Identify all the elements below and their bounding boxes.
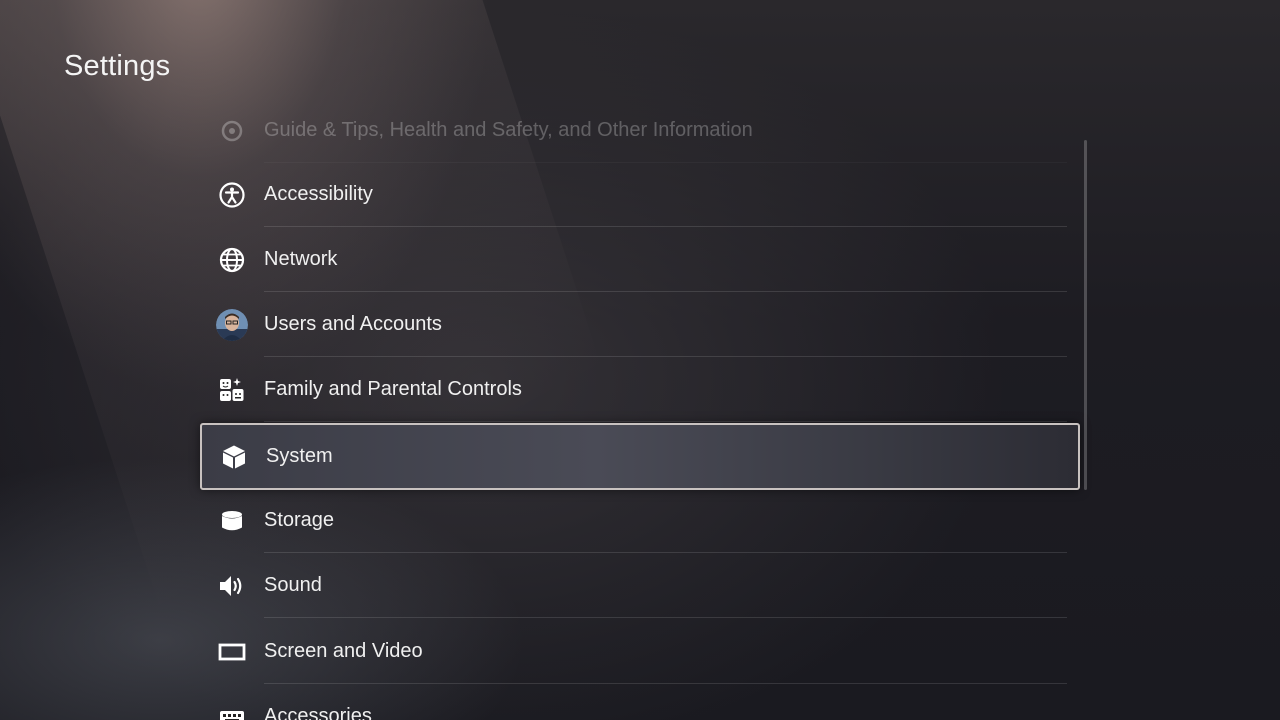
cube-icon: [218, 441, 250, 473]
menu-item-label: Accessibility: [264, 183, 373, 205]
menu-item-storage[interactable]: Storage: [200, 488, 1080, 553]
menu-item-label: System: [266, 445, 333, 467]
divider: [264, 617, 1067, 618]
menu-item-sound[interactable]: Sound: [200, 553, 1080, 618]
menu-item-label: Family and Parental Controls: [264, 378, 522, 400]
settings-list: Guide & Tips, Health and Safety, and Oth…: [200, 96, 1080, 720]
globe-icon: [216, 244, 248, 276]
menu-item-label: Sound: [264, 574, 322, 596]
scrollbar[interactable]: [1084, 140, 1087, 490]
menu-item-accessibility[interactable]: Accessibility: [200, 162, 1080, 227]
user-avatar-icon: [216, 308, 248, 341]
speaker-icon: [216, 570, 248, 602]
menu-item-system[interactable]: System: [200, 423, 1080, 490]
divider: [264, 421, 1067, 422]
page-title: Settings: [64, 50, 171, 82]
settings-screen: Settings Guide & Tips, Health and Safety…: [0, 0, 1280, 720]
menu-item-users-accounts[interactable]: Users and Accounts: [200, 292, 1080, 357]
menu-item-label: Guide & Tips, Health and Safety, and Oth…: [264, 119, 753, 141]
family-icon: [216, 374, 248, 406]
accessibility-icon: [216, 179, 248, 211]
menu-item-guide[interactable]: Guide & Tips, Health and Safety, and Oth…: [200, 98, 1080, 163]
menu-item-label: Network: [264, 248, 338, 270]
menu-item-family-parental-controls[interactable]: Family and Parental Controls: [200, 357, 1080, 422]
guide-icon: [216, 115, 248, 147]
menu-item-screen-video[interactable]: Screen and Video: [200, 619, 1080, 684]
menu-item-label: Users and Accounts: [264, 313, 442, 335]
menu-item-accessories[interactable]: Accessories: [200, 684, 1080, 720]
menu-item-label: Screen and Video: [264, 640, 423, 662]
menu-item-label: Storage: [264, 509, 335, 531]
screen-icon: [216, 636, 248, 668]
menu-item-label: Accessories: [264, 705, 372, 720]
storage-icon: [216, 505, 248, 537]
menu-item-network[interactable]: Network: [200, 227, 1080, 292]
keyboard-icon: [216, 701, 248, 720]
